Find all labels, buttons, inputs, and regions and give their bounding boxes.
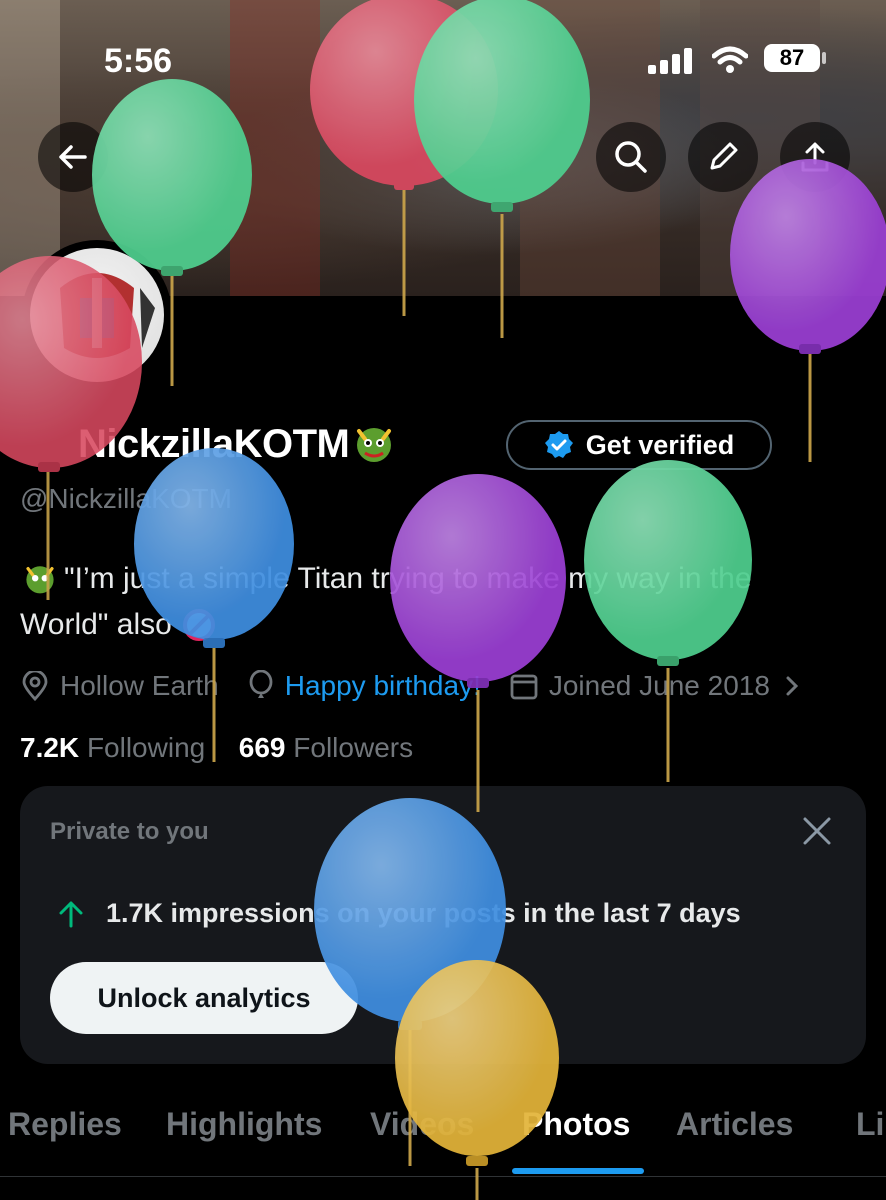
dragon-emoji-icon [26,566,54,594]
profile-tabs: Replies Highlights Videos Photos Article… [0,1094,886,1164]
status-bar: 5:56 87 [0,40,886,80]
search-icon [615,141,647,173]
following-count: 7.2K [20,732,80,763]
analytics-card-title: Private to you [50,818,209,845]
battery-tip [822,52,826,64]
search-button[interactable] [596,122,666,192]
balloon-icon [249,670,273,698]
arrow-up-icon [59,901,83,927]
no-under-18-emoji-icon [182,609,215,641]
location-item: Hollow Earth [20,670,219,702]
profile-avatar[interactable] [22,240,172,390]
get-verified-label: Get verified [585,429,735,460]
calendar-icon [510,674,538,700]
tab-divider [0,1176,886,1177]
impressions-stat: 1.7K impressions on your posts in the la… [56,898,741,929]
impressions-text: 1.7K impressions on your posts in the la… [106,898,741,928]
get-verified-button[interactable]: Get verified [506,420,772,470]
display-name: NickzillaKOTM [78,421,350,466]
location-text: Hollow Earth [60,670,219,701]
followers-link[interactable]: 669 Followers [239,732,413,763]
dragon-emoji-icon [349,419,399,469]
chevron-right-icon [786,676,799,696]
location-pin-icon [22,671,48,701]
back-arrow-icon [59,145,87,169]
joined-text: Joined June 2018 [548,670,770,701]
back-button[interactable] [38,122,108,192]
followers-label: Followers [293,732,414,763]
birthday-item[interactable]: Happy birthday! [247,670,481,702]
verified-badge-icon [544,431,573,458]
following-link[interactable]: 7.2K Following [20,732,213,763]
active-tab-indicator [512,1168,644,1174]
close-card-button[interactable] [800,814,834,853]
share-icon [801,142,829,172]
edit-pencil-icon [710,142,738,170]
following-label: Following [86,732,206,763]
followers-count: 669 [238,732,286,763]
bio-line-2: World" also [20,608,172,641]
avatar-image [30,248,164,382]
joined-item[interactable]: Joined June 2018 [509,670,812,702]
wifi-icon [711,46,749,79]
unlock-analytics-button[interactable]: Unlock analytics [50,962,358,1034]
status-time: 5:56 [104,42,173,80]
birthday-text: Happy birthday! [284,670,481,701]
tab-articles[interactable]: Articles [676,1106,793,1143]
tab-videos[interactable]: Videos [370,1106,474,1143]
tab-highlights[interactable]: Highlights [166,1106,322,1143]
close-icon [803,817,831,845]
profile-name-row: NickzillaKOTM [20,414,399,474]
profile-meta-row: Hollow Earth Happy birthday! Joined June… [20,666,840,706]
tab-likes[interactable]: Li [856,1106,884,1143]
cellular-signal-icon [648,48,694,79]
tab-replies[interactable]: Replies [8,1106,122,1143]
analytics-card: Private to you 1.7K impressions on your … [20,786,866,1064]
battery-indicator: 87 [764,44,820,72]
share-button[interactable] [780,122,850,192]
bio-line-1: "I’m just a simple Titan trying to make … [64,562,752,595]
profile-bio: "I’m just a simple Titan trying to make … [20,556,866,648]
follow-stats: 7.2K Following 669 Followers [20,732,413,764]
profile-handle: @NickzillaKOTM [20,483,232,514]
tab-photos[interactable]: Photos [522,1106,630,1143]
edit-button[interactable] [688,122,758,192]
